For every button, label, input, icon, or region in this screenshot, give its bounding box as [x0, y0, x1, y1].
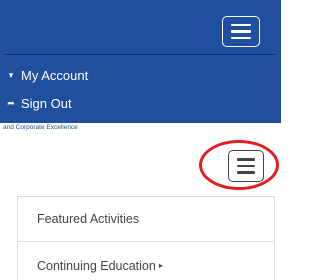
site-tagline: and Corporate Excellence	[3, 124, 78, 131]
my-account-link[interactable]: ▾ My Account	[6, 66, 88, 84]
sign-out-label: Sign Out	[21, 95, 72, 111]
my-account-label: My Account	[21, 67, 89, 83]
dropdown-menu: Featured Activities Continuing Education…	[17, 196, 275, 280]
caret-right-icon: ▸	[158, 261, 163, 270]
menu-item-label: Featured Activities	[37, 212, 140, 226]
hamburger-menu-button[interactable]	[222, 16, 260, 47]
navbar-divider	[5, 54, 275, 55]
top-navbar: ▾ My Account ➦ Sign Out	[0, 0, 281, 123]
hamburger-icon	[237, 158, 255, 161]
menu-item-featured-activities[interactable]: Featured Activities	[18, 197, 274, 242]
sign-out-link[interactable]: ➦ Sign Out	[6, 94, 72, 112]
caret-down-icon: ▾	[8, 69, 14, 80]
hamburger-icon	[231, 23, 251, 27]
menu-item-label: Continuing Education	[37, 258, 156, 273]
main-hamburger-button[interactable]	[228, 150, 264, 182]
menu-item-continuing-education[interactable]: Continuing Education ▸	[18, 243, 274, 280]
sign-out-icon: ➦	[7, 97, 15, 108]
